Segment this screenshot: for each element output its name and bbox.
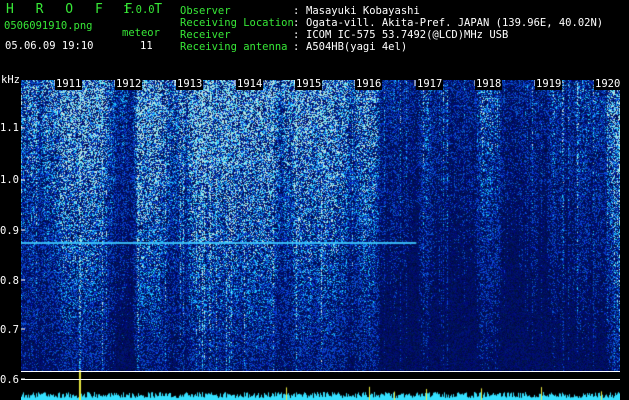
image-filename: 0506091910.png <box>4 20 93 32</box>
info-separator: : <box>293 17 300 29</box>
observer-value: Masayuki Kobayashi <box>306 5 420 17</box>
info-separator: : <box>293 41 300 53</box>
minute-label: 1915 <box>295 78 323 90</box>
observer-label: Observer <box>180 5 231 17</box>
minute-label: 1912 <box>115 78 143 90</box>
receiver-label: Receiver <box>180 29 231 41</box>
freq-tick-label: 1.0 <box>0 174 19 186</box>
location-label: Receiving Location <box>180 17 294 29</box>
minute-label: 1919 <box>535 78 563 90</box>
app-version: 1.0.0 <box>123 4 155 16</box>
minute-label: 1918 <box>475 78 503 90</box>
receiver-value: ICOM IC-575 53.7492(@LCD)MHz USB <box>306 29 509 41</box>
info-separator: : <box>293 5 300 17</box>
minute-label: 1920 <box>594 78 622 90</box>
freq-tick-label: 0.7 <box>0 324 19 336</box>
minute-label: 1914 <box>236 78 264 90</box>
minute-label: 1917 <box>416 78 444 90</box>
antenna-value: A504HB(yagi 4el) <box>306 41 408 53</box>
frequency-unit-label: kHz <box>1 74 20 86</box>
freq-tick-label: 0.8 <box>0 275 19 287</box>
meteor-count-value: 11 <box>140 40 153 52</box>
antenna-label: Receiving antenna <box>180 41 288 53</box>
freq-tick-label: 0.6 <box>0 374 19 386</box>
location-value: Ogata-vill. Akita-Pref. JAPAN (139.96E, … <box>306 17 604 29</box>
freq-tick-label: 0.9 <box>0 225 19 237</box>
minute-label: 1911 <box>55 78 83 90</box>
meteor-count-label: meteor <box>122 27 160 39</box>
info-separator: : <box>293 29 300 41</box>
spectrogram-panel <box>21 80 620 400</box>
capture-timestamp: 05.06.09 19:10 <box>5 40 94 52</box>
minute-label: 1913 <box>176 78 204 90</box>
freq-tick-label: 1.1 <box>0 122 19 134</box>
minute-label: 1916 <box>355 78 383 90</box>
spectrogram-overlay <box>21 80 620 380</box>
